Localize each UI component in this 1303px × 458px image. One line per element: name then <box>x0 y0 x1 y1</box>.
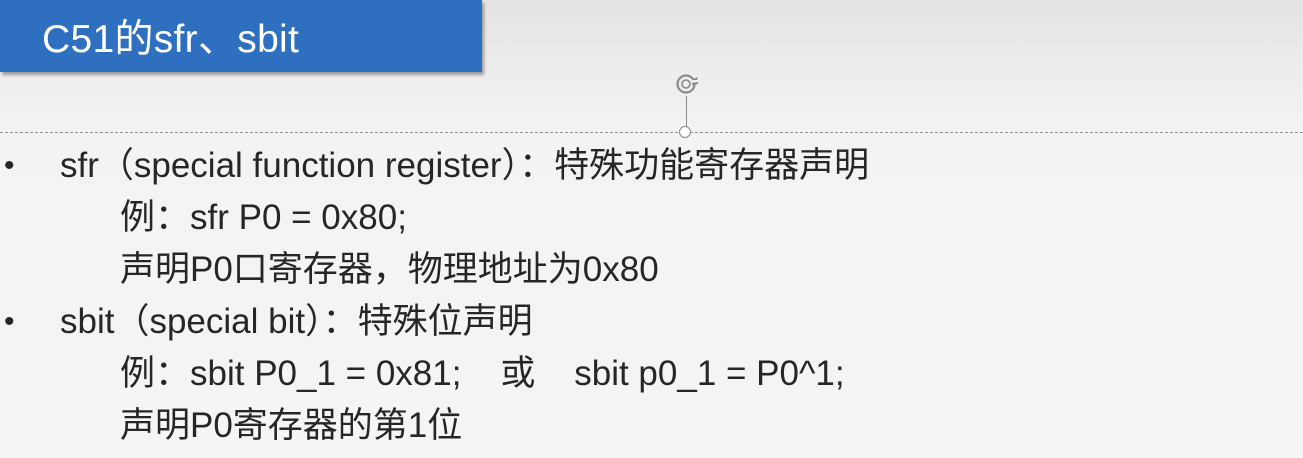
bullet-text-sfr: sfr（special function register）：特殊功能寄存器声明 <box>60 146 870 185</box>
bullet-text-sbit: sbit（special bit）：特殊位声明 <box>60 302 533 341</box>
content-placeholder[interactable]: • sfr（special function register）：特殊功能寄存器… <box>0 140 1303 452</box>
rotate-handle-icon[interactable] <box>674 72 700 98</box>
sub-text-sfr-example: 例：sfr P0 = 0x80; <box>120 198 407 237</box>
sub-item-sbit-example: 例：sbit P0_1 = 0x81; 或 sbit p0_1 = P0^1; <box>0 348 1303 400</box>
placeholder-border <box>0 132 1303 133</box>
rotate-handle-stem <box>686 96 687 128</box>
title-bar: C51的sfr、sbit <box>0 0 482 72</box>
sub-item-sfr-description: 声明P0口寄存器，物理地址为0x80 <box>0 244 1303 296</box>
bullet-item-sfr: • sfr（special function register）：特殊功能寄存器… <box>0 140 1303 192</box>
sub-text-sbit-example: 例：sbit P0_1 = 0x81; 或 sbit p0_1 = P0^1; <box>120 354 845 393</box>
bullet-item-sbit: • sbit（special bit）：特殊位声明 <box>0 296 1303 348</box>
sub-text-sbit-description: 声明P0寄存器的第1位 <box>120 406 463 445</box>
bullet-dot: • <box>4 149 15 182</box>
sub-text-sfr-description: 声明P0口寄存器，物理地址为0x80 <box>120 250 659 289</box>
sub-item-sbit-description: 声明P0寄存器的第1位 <box>0 400 1303 452</box>
sub-item-sfr-example: 例：sfr P0 = 0x80; <box>0 192 1303 244</box>
bullet-dot: • <box>4 305 15 338</box>
slide-title[interactable]: C51的sfr、sbit <box>42 8 299 64</box>
resize-knob-icon[interactable] <box>679 126 691 138</box>
